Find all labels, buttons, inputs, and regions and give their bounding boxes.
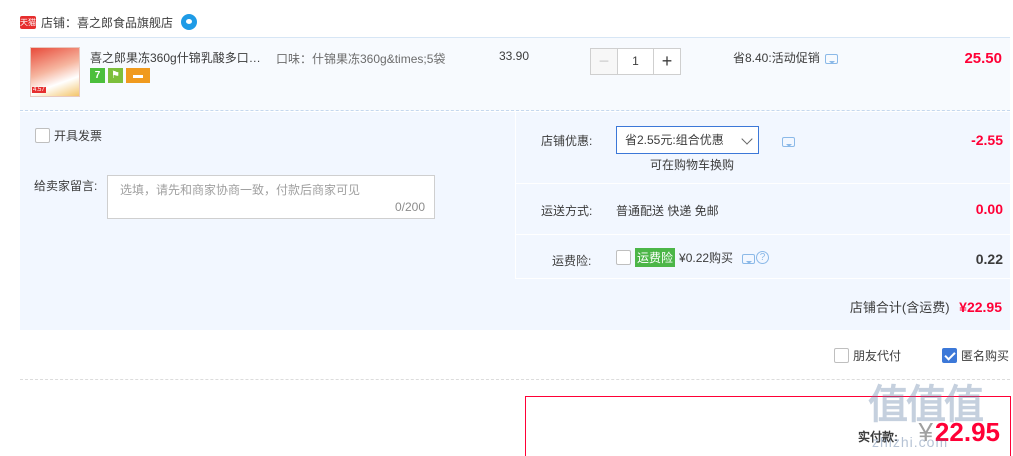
payment-options-row: 朋友代付 匿名购买 (20, 335, 1010, 380)
anonymous-label: 匿名购买 (961, 349, 1010, 363)
thumbnail-price-tag: 4.57 (32, 87, 46, 93)
chat-icon[interactable] (181, 14, 198, 30)
comment-icon[interactable] (782, 137, 795, 147)
insurance-price: ¥0.22购买 (679, 251, 734, 265)
seven-day-return-icon[interactable]: 7 (90, 68, 105, 83)
anonymous-checkbox[interactable] (942, 348, 957, 363)
seller-message-label: 给卖家留言: (34, 179, 98, 193)
watermark-mark: 值值值 (868, 383, 984, 427)
shop-header: 天猫 店铺：喜之郎食品旗舰店 (20, 12, 198, 32)
sku-spec: 口味：什锦果冻360g&times;5袋 (276, 52, 446, 66)
shipping-method: 普通配送 快递 免邮 (616, 204, 719, 218)
order-fees: 店铺优惠: 省2.55元:组合优惠 可在购物车换购 -2.55 运送方式: 普通… (515, 112, 1011, 279)
shop-total-row: 店铺合计(含运费) ¥22.95 (20, 280, 1010, 330)
decrease-quantity-button[interactable]: − (590, 48, 618, 75)
shop-total: 店铺合计(含运费) ¥22.95 (850, 297, 1002, 316)
friend-pay-option[interactable]: 朋友代付 (834, 347, 901, 364)
invoice-label: 开具发票 (54, 129, 103, 143)
anonymous-option[interactable]: 匿名购买 (942, 347, 1009, 364)
shipping-amount: 0.00 (975, 201, 1003, 217)
shop-discount-row: 店铺优惠: 省2.55元:组合优惠 可在购物车换购 -2.55 (516, 112, 1011, 184)
service-icons: 7 ⚑ ▬ (90, 68, 150, 83)
shop-total-amount: ¥22.95 (959, 299, 1002, 315)
insurance-option: 运费险 ¥0.22购买 ? (616, 248, 770, 267)
shop-name-link[interactable]: 店铺：喜之郎食品旗舰店 (41, 14, 173, 31)
message-char-count: 0/200 (394, 200, 425, 214)
invoice-checkbox[interactable] (35, 128, 50, 143)
shop-discount-amount: -2.55 (971, 132, 1003, 148)
product-thumbnail[interactable]: 4.57 (30, 47, 80, 97)
watermark-domain: zhizhi.com (872, 434, 949, 450)
item-subtotal: 25.50 (964, 50, 1002, 67)
site-watermark: 值值值 zhizhi.com (868, 372, 1008, 456)
shipping-insurance-row: 运费险: 运费险 ¥0.22购买 ? 0.22 (516, 236, 1011, 279)
order-options-panel: 开具发票 给卖家留言: 选填，请先和商家协商一致，付款后商家可见 0/200 店… (20, 112, 1011, 330)
quantity-stepper: − 1 + (590, 48, 681, 75)
chevron-down-icon (741, 133, 753, 145)
shop-total-label: 店铺合计(含运费) (849, 300, 950, 315)
invoice-option[interactable]: 开具发票 (35, 127, 102, 144)
item-promotion: 省8.40:活动促销 (733, 49, 838, 66)
message-placeholder: 选填，请先和商家协商一致，付款后商家可见 (120, 183, 361, 197)
shop-discount-value: 省2.55元:组合优惠 (625, 133, 724, 147)
order-item-row: 4.57 喜之郎果冻360g什锦乳酸多口味组合装 7 ⚑ ▬ 口味：什锦果冻36… (20, 37, 1010, 111)
shop-discount-note: 可在购物车换购 (650, 158, 735, 172)
comment-icon[interactable] (824, 54, 838, 64)
insurance-checkbox[interactable] (616, 250, 631, 265)
shipping-label: 运送方式: (541, 204, 593, 218)
tmall-icon: 天猫 (20, 15, 36, 29)
buyer-options: 开具发票 给卖家留言: 选填，请先和商家协商一致，付款后商家可见 0/200 (20, 112, 515, 279)
help-icon[interactable]: ? (756, 251, 770, 264)
quantity-input[interactable]: 1 (618, 48, 653, 75)
product-title-link[interactable]: 喜之郎果冻360g什锦乳酸多口味组合装 (90, 49, 268, 66)
increase-quantity-button[interactable]: + (653, 48, 681, 75)
friend-pay-checkbox[interactable] (834, 348, 849, 363)
insurance-tag: 运费险 (635, 248, 676, 267)
card-payment-icon[interactable]: ▬ (126, 68, 150, 83)
seller-message-textarea[interactable]: 选填，请先和商家协商一致，付款后商家可见 0/200 (107, 175, 435, 219)
friend-pay-label: 朋友代付 (853, 349, 902, 363)
shipping-row: 运送方式: 普通配送 快递 免邮 0.00 (516, 185, 1011, 235)
insurance-label: 运费险: (552, 254, 592, 268)
insurance-amount: 0.22 (975, 251, 1003, 267)
promotion-text: 省8.40:活动促销 (733, 51, 820, 65)
comment-icon[interactable] (742, 254, 756, 264)
unit-price: 33.90 (499, 49, 530, 63)
guarantee-icon[interactable]: ⚑ (108, 68, 123, 83)
shop-discount-select[interactable]: 省2.55元:组合优惠 (616, 126, 759, 154)
shop-discount-label: 店铺优惠: (541, 134, 593, 148)
